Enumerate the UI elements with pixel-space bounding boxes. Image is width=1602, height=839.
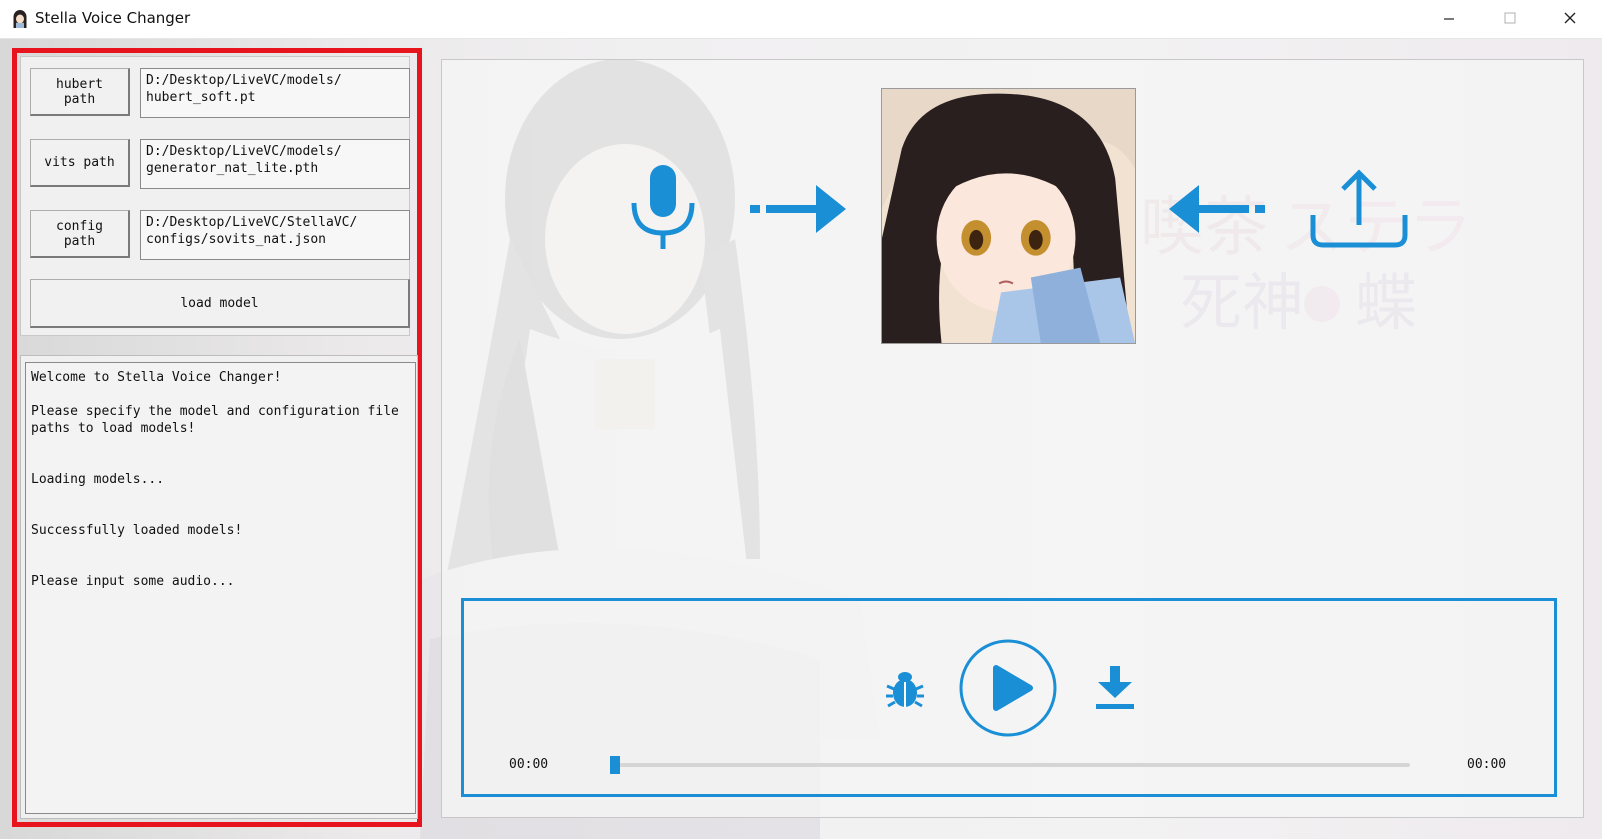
character-avatar [881,88,1136,344]
window-title: Stella Voice Changer [35,9,191,27]
config-path-field[interactable]: D:/Desktop/LiveVC/StellaVC/ configs/sovi… [140,210,410,260]
config-path-button[interactable]: config path [30,210,130,258]
hubert-path-field[interactable]: D:/Desktop/LiveVC/models/ hubert_soft.pt [140,68,410,118]
arrow-left-icon [1169,185,1265,233]
microphone-icon[interactable] [626,163,700,255]
minimize-button[interactable] [1426,0,1472,38]
seek-handle[interactable] [610,756,620,774]
total-time: 00:00 [1467,757,1507,772]
bug-icon[interactable] [885,668,925,710]
title-bar: Stella Voice Changer [0,0,1602,39]
play-icon [993,665,1033,711]
play-button[interactable] [958,638,1058,738]
download-icon[interactable] [1094,664,1136,710]
close-button[interactable] [1547,0,1593,38]
log-textarea[interactable]: Welcome to Stella Voice Changer! Please … [25,362,416,814]
app-icon [13,10,27,28]
load-model-button[interactable]: load model [30,279,410,328]
maximize-button[interactable] [1487,0,1533,38]
vits-path-button[interactable]: vits path [30,139,130,187]
current-time: 00:00 [509,757,549,772]
upload-icon[interactable] [1307,165,1411,253]
arrow-right-icon [750,185,846,233]
vits-path-field[interactable]: D:/Desktop/LiveVC/models/ generator_nat_… [140,139,410,189]
hubert-path-button[interactable]: hubert path [30,68,130,116]
seek-bar[interactable] [615,763,1410,767]
